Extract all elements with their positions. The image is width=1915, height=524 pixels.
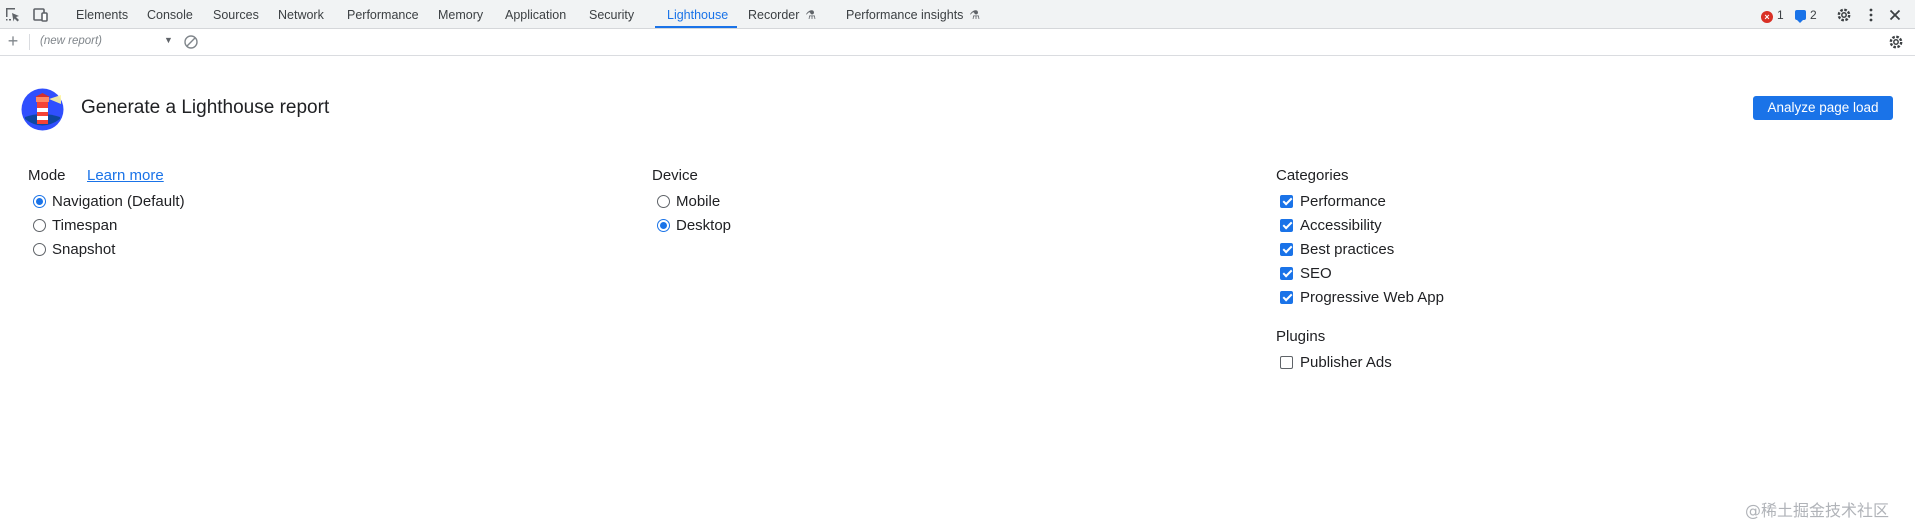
category-pwa[interactable]: Progressive Web App [1280,287,1444,307]
active-tab-indicator [655,26,737,28]
mode-option-navigation[interactable]: Navigation (Default) [33,191,185,211]
radio-button[interactable] [657,218,670,232]
option-label: Snapshot [52,240,116,258]
devtools-tab-bar: Elements Console Sources Network Perform… [0,0,1915,29]
error-icon: × [1761,11,1773,23]
close-icon[interactable] [1886,6,1904,24]
radio-button[interactable] [657,194,670,208]
checkbox[interactable] [1280,355,1293,369]
tab-performance-insights[interactable]: Performance insights ⚗ [846,0,980,29]
radio-button[interactable] [33,242,46,256]
block-icon[interactable] [183,34,199,50]
option-label: Accessibility [1300,216,1382,234]
device-option-mobile[interactable]: Mobile [657,191,720,211]
flask-icon: ⚗ [969,8,981,22]
more-vertical-icon[interactable] [1862,6,1880,24]
toolbar-divider [29,34,30,50]
error-count-badge[interactable]: × 1 [1761,8,1784,23]
watermark: @稀土掘金技术社区 [1745,501,1890,520]
tab-lighthouse[interactable]: Lighthouse [667,0,728,29]
lighthouse-logo-icon [21,88,64,131]
plus-icon[interactable]: + [4,32,22,50]
option-label: Performance [1300,192,1386,210]
flask-icon: ⚗ [805,8,817,22]
tab-performance[interactable]: Performance [347,0,419,29]
option-label: Timespan [52,216,118,234]
message-count: 2 [1810,8,1817,22]
message-count-badge[interactable]: 2 [1795,8,1817,23]
option-label: Desktop [676,216,732,234]
inspect-element-icon[interactable] [4,6,22,24]
gear-icon[interactable] [1835,6,1853,24]
analyze-page-load-button[interactable]: Analyze page load [1753,96,1893,120]
option-label: Publisher Ads [1300,353,1392,371]
option-label: Progressive Web App [1300,288,1444,306]
checkbox[interactable] [1280,218,1293,232]
learn-more-link[interactable]: Learn more [87,167,164,184]
device-option-desktop[interactable]: Desktop [657,215,731,235]
checkbox[interactable] [1280,290,1293,304]
tab-console[interactable]: Console [147,0,193,29]
tab-recorder-label: Recorder [748,8,800,22]
category-seo[interactable]: SEO [1280,263,1332,283]
tab-performance-insights-label: Performance insights [846,8,964,22]
option-label: Best practices [1300,240,1395,258]
message-icon [1795,10,1806,23]
mode-heading: Mode [28,167,66,184]
checkbox[interactable] [1280,242,1293,256]
option-label: SEO [1300,264,1332,282]
report-toolbar: + (new report) ▼ [0,29,1915,56]
tab-memory[interactable]: Memory [438,0,483,29]
radio-button[interactable] [33,218,46,232]
tab-security[interactable]: Security [589,0,634,29]
device-toolbar-icon[interactable] [31,6,49,24]
chevron-down-icon[interactable]: ▼ [164,35,173,45]
category-best-practices[interactable]: Best practices [1280,239,1394,259]
tab-sources[interactable]: Sources [213,0,259,29]
option-label: Mobile [676,192,721,210]
radio-button[interactable] [33,194,46,208]
plugins-heading: Plugins [1276,328,1326,345]
tab-elements[interactable]: Elements [76,0,128,29]
tab-application[interactable]: Application [505,0,566,29]
checkbox[interactable] [1280,266,1293,280]
checkbox[interactable] [1280,194,1293,208]
category-accessibility[interactable]: Accessibility [1280,215,1382,235]
error-count: 1 [1777,8,1784,22]
categories-heading: Categories [1276,167,1349,184]
page-title: Generate a Lighthouse report [81,97,330,118]
mode-option-timespan[interactable]: Timespan [33,215,117,235]
gear-icon[interactable] [1887,33,1905,51]
device-heading: Device [652,167,698,184]
mode-option-snapshot[interactable]: Snapshot [33,239,115,259]
plugin-publisher-ads[interactable]: Publisher Ads [1280,352,1392,372]
tab-recorder[interactable]: Recorder ⚗ [748,0,816,29]
report-select[interactable]: (new report) [40,35,172,51]
tab-network[interactable]: Network [278,0,324,29]
option-label: Navigation (Default) [52,192,185,210]
category-performance[interactable]: Performance [1280,191,1386,211]
